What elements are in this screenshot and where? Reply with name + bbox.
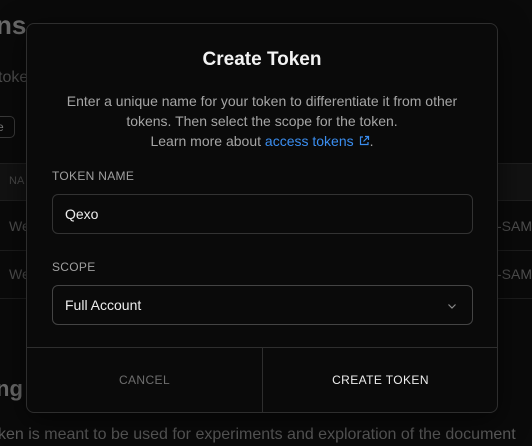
background-button: e xyxy=(0,116,15,138)
token-name-input[interactable]: Qexo xyxy=(52,194,473,234)
background-section-heading: ng xyxy=(0,376,23,401)
token-name-value: Qexo xyxy=(65,206,99,222)
create-token-button-label: CREATE TOKEN xyxy=(332,373,429,387)
access-tokens-link-label: access tokens xyxy=(264,133,354,149)
dialog-footer: CANCEL CREATE TOKEN xyxy=(27,347,497,412)
dialog-description: Enter a unique name for your token to di… xyxy=(51,91,473,151)
create-token-dialog: Create Token Enter a unique name for you… xyxy=(26,23,498,413)
background-page-title: ns xyxy=(0,10,27,40)
background-table-header-label: NA xyxy=(9,175,25,187)
description-line-3: Learn more about access tokens. xyxy=(51,131,473,151)
cancel-button-label: CANCEL xyxy=(118,373,171,387)
scope-value: Full Account xyxy=(65,297,142,313)
background-row-1-right: -SAM xyxy=(497,218,532,234)
description-line-2: tokens. Then select the scope for the to… xyxy=(126,113,398,129)
description-prefix: Learn more about xyxy=(150,133,262,149)
chevron-down-icon xyxy=(448,304,456,309)
access-tokens-link[interactable]: access tokens xyxy=(265,133,370,149)
scope-select[interactable]: Full Account xyxy=(52,285,473,325)
description-suffix: . xyxy=(369,133,374,149)
scope-label: SCOPE xyxy=(52,260,96,274)
description-line-1: Enter a unique name for your token to di… xyxy=(66,93,458,109)
token-name-label: TOKEN NAME xyxy=(52,169,135,183)
page: ns toke e NA We -SAM We -SAM ng ken is m… xyxy=(0,0,532,446)
external-link-icon xyxy=(359,135,369,146)
create-token-button[interactable]: CREATE TOKEN xyxy=(263,348,497,412)
cancel-button[interactable]: CANCEL xyxy=(27,348,262,412)
dialog-title: Create Token xyxy=(202,49,322,70)
background-paragraph: ken is meant to be used for experiments … xyxy=(0,426,516,443)
background-page-subtitle: toke xyxy=(0,69,29,86)
background-row-2-right: -SAM xyxy=(497,266,532,282)
